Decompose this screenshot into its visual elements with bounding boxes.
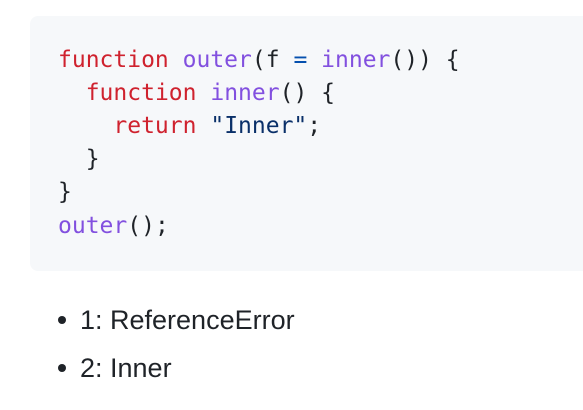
operator-equals: = (293, 47, 308, 73)
function-name-outer: outer (182, 47, 252, 73)
code-line-4: } (58, 143, 100, 176)
paren-brace: () { (279, 80, 335, 106)
closing-brace: } (58, 179, 72, 205)
option-text: 2: Inner (80, 353, 172, 383)
call-parens: (); (127, 213, 169, 239)
code-line-5: } (58, 176, 72, 209)
string-literal: "Inner" (210, 113, 308, 139)
list-item: 2: Inner (58, 348, 172, 388)
param-open: (f (251, 47, 280, 73)
code-line-1: function outer(f = inner()) { (58, 44, 460, 77)
bullet-icon (58, 315, 66, 324)
bullet-icon (58, 363, 66, 372)
semicolon: ; (307, 113, 322, 139)
code-line-2: function inner() { (58, 77, 335, 110)
code-line-3: return "Inner"; (58, 110, 321, 143)
function-name-inner: inner (210, 80, 280, 106)
closing-brace: } (85, 146, 100, 172)
keyword-function: function (85, 80, 197, 106)
function-call-outer: outer (58, 213, 128, 239)
param-close: ()) { (390, 47, 460, 73)
option-text: 1: ReferenceError (80, 305, 295, 335)
keyword-return: return (113, 113, 197, 139)
code-line-6: outer(); (58, 210, 169, 243)
keyword-function: function (58, 47, 169, 73)
list-item: 1: ReferenceError (58, 300, 295, 340)
function-call-inner: inner (321, 47, 391, 73)
